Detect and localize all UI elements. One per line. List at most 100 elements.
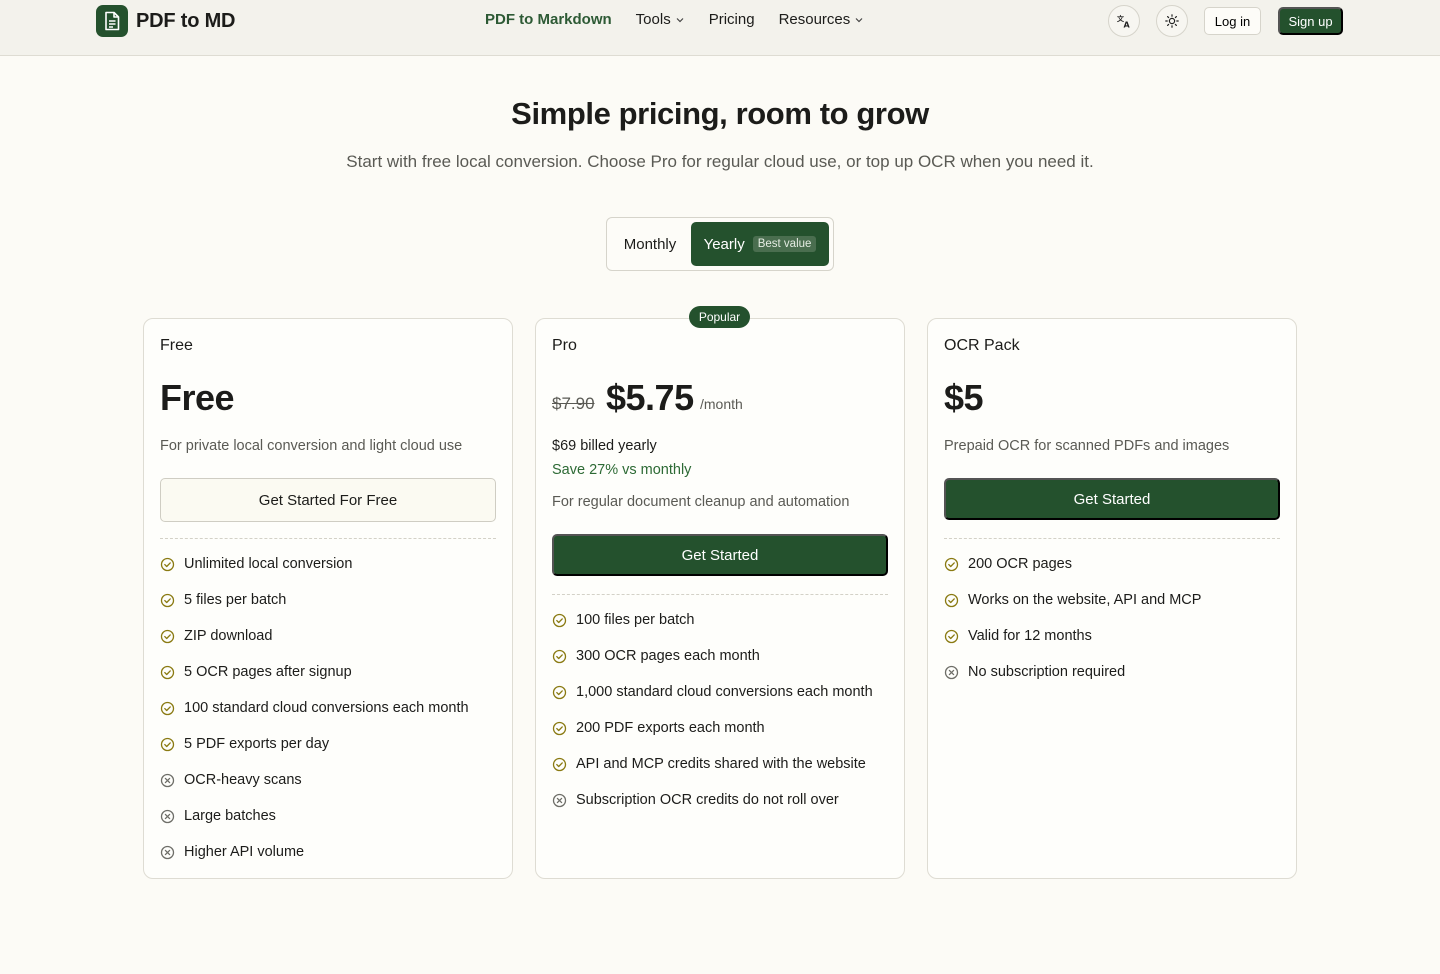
feature-text: Unlimited local conversion [184, 556, 353, 572]
feature-item: 300 OCR pages each month [552, 638, 873, 674]
best-value-badge: Best value [752, 236, 817, 252]
feature-text: Works on the website, API and MCP [968, 592, 1202, 608]
signup-button[interactable]: Sign up [1278, 7, 1343, 35]
divider [944, 538, 1280, 539]
feature-text: 100 files per batch [576, 612, 695, 628]
nav-item-label: Resources [778, 11, 851, 28]
plan-name: Free [160, 337, 193, 354]
chevron-down-icon [855, 17, 863, 22]
nav-item-tools[interactable]: Tools [636, 11, 685, 28]
check-circle-icon [944, 629, 959, 643]
check-circle-icon [552, 757, 567, 771]
savings-note: Save 27% vs monthly [552, 462, 692, 478]
get-started-free-button[interactable]: Get Started For Free [160, 478, 496, 522]
divider [552, 594, 888, 595]
check-circle-icon [160, 557, 175, 571]
check-circle-icon [552, 685, 567, 699]
nav-item-label: Pricing [708, 11, 755, 28]
feature-text: No subscription required [968, 664, 1126, 680]
price-period: /month [700, 396, 743, 412]
page-subtitle: Start with free local conversion. Choose… [346, 152, 1094, 171]
feature-text: Higher API volume [184, 844, 305, 860]
check-circle-icon [160, 629, 175, 643]
theme-toggle-button[interactable] [1156, 5, 1188, 37]
top-header: PDF to MD PDF to Markdown Tools Pricing … [0, 0, 1440, 56]
monthly-option[interactable]: Monthly [611, 222, 689, 266]
plan-price: Free [160, 377, 235, 418]
feature-item: API and MCP credits shared with the webs… [552, 746, 873, 782]
nav-item-label: Tools [635, 11, 671, 28]
x-circle-icon [552, 793, 567, 807]
check-circle-icon [944, 557, 959, 571]
feature-item: Higher API volume [160, 834, 469, 870]
login-button[interactable]: Log in [1204, 7, 1261, 35]
feature-item: 200 PDF exports each month [552, 710, 873, 746]
feature-text: 200 OCR pages [968, 556, 1072, 572]
check-circle-icon [552, 613, 567, 627]
feature-text: 5 PDF exports per day [184, 736, 330, 752]
nav-item-resources[interactable]: Resources [779, 11, 865, 28]
check-circle-icon [160, 737, 175, 751]
brand-logo[interactable]: PDF to MD [96, 5, 235, 37]
language-button[interactable]: 文 A [1108, 5, 1140, 37]
feature-item: 5 PDF exports per day [160, 726, 469, 762]
feature-item: ZIP download [160, 618, 469, 654]
feature-list: 100 files per batch 300 OCR pages each mo… [552, 602, 873, 818]
feature-item: Unlimited local conversion [160, 546, 469, 582]
chevron-down-icon [676, 17, 684, 22]
x-circle-icon [160, 845, 175, 859]
billing-note: $69 billed yearly [552, 438, 657, 454]
get-started-pro-button[interactable]: Get Started [552, 534, 888, 576]
feature-item: No subscription required [944, 654, 1201, 690]
feature-item: 100 files per batch [552, 602, 873, 638]
feature-text: 1,000 standard cloud conversions each mo… [576, 684, 873, 700]
feature-item: 1,000 standard cloud conversions each mo… [552, 674, 873, 710]
check-circle-icon [160, 593, 175, 607]
plan-price: $5 [944, 377, 984, 418]
feature-text: 5 files per batch [184, 592, 287, 608]
brand-name: PDF to MD [136, 9, 236, 32]
plan-description: For private local conversion and light c… [160, 438, 463, 454]
nav-item-pricing[interactable]: Pricing [709, 11, 755, 28]
feature-list: 200 OCR pages Works on the website, API a… [944, 546, 1201, 690]
translate-icon: 文 A [1117, 14, 1131, 28]
feature-text: Large batches [184, 808, 276, 824]
yearly-option[interactable]: Yearly Best value [691, 222, 829, 266]
plan-description: Prepaid OCR for scanned PDFs and images [944, 438, 1230, 454]
plan-name: OCR Pack [944, 337, 1020, 354]
x-circle-icon [160, 809, 175, 823]
nav-item-label: PDF to Markdown [485, 11, 612, 28]
x-circle-icon [160, 773, 175, 787]
feature-item: 200 OCR pages [944, 546, 1201, 582]
nav-item-pdf-to-markdown[interactable]: PDF to Markdown [485, 11, 612, 28]
feature-list: Unlimited local conversion 5 files per ba… [160, 546, 469, 870]
svg-text:A: A [1124, 21, 1131, 29]
feature-item: 5 OCR pages after signup [160, 654, 469, 690]
check-circle-icon [160, 665, 175, 679]
feature-text: Valid for 12 months [968, 628, 1092, 644]
feature-text: Subscription OCR credits do not roll ove… [576, 792, 839, 808]
plan-card-pro: Pro $7.90 $5.75 /month $69 billed yearly… [535, 318, 905, 879]
feature-item: 5 files per batch [160, 582, 469, 618]
get-started-ocr-button[interactable]: Get Started [944, 478, 1280, 520]
feature-item: Large batches [160, 798, 469, 834]
document-icon [96, 5, 128, 37]
feature-text: 100 standard cloud conversions each mont… [184, 700, 469, 716]
divider [160, 538, 496, 539]
billing-toggle: Monthly Yearly Best value [606, 217, 834, 271]
feature-item: Works on the website, API and MCP [944, 582, 1201, 618]
feature-item: OCR-heavy scans [160, 762, 469, 798]
feature-text: 300 OCR pages each month [576, 648, 760, 664]
feature-text: ZIP download [184, 628, 273, 644]
feature-text: OCR-heavy scans [184, 772, 302, 788]
original-price: $7.90 [552, 394, 595, 413]
popular-badge: Popular [689, 306, 750, 328]
check-circle-icon [944, 593, 959, 607]
feature-text: 5 OCR pages after signup [184, 664, 352, 680]
plan-name: Pro [552, 337, 577, 354]
feature-text: 200 PDF exports each month [576, 720, 765, 736]
plan-card-free: Free Free For private local conversion a… [143, 318, 513, 879]
feature-item: Valid for 12 months [944, 618, 1201, 654]
feature-item: Subscription OCR credits do not roll ove… [552, 782, 873, 818]
plan-price: $5.75 [606, 377, 694, 418]
